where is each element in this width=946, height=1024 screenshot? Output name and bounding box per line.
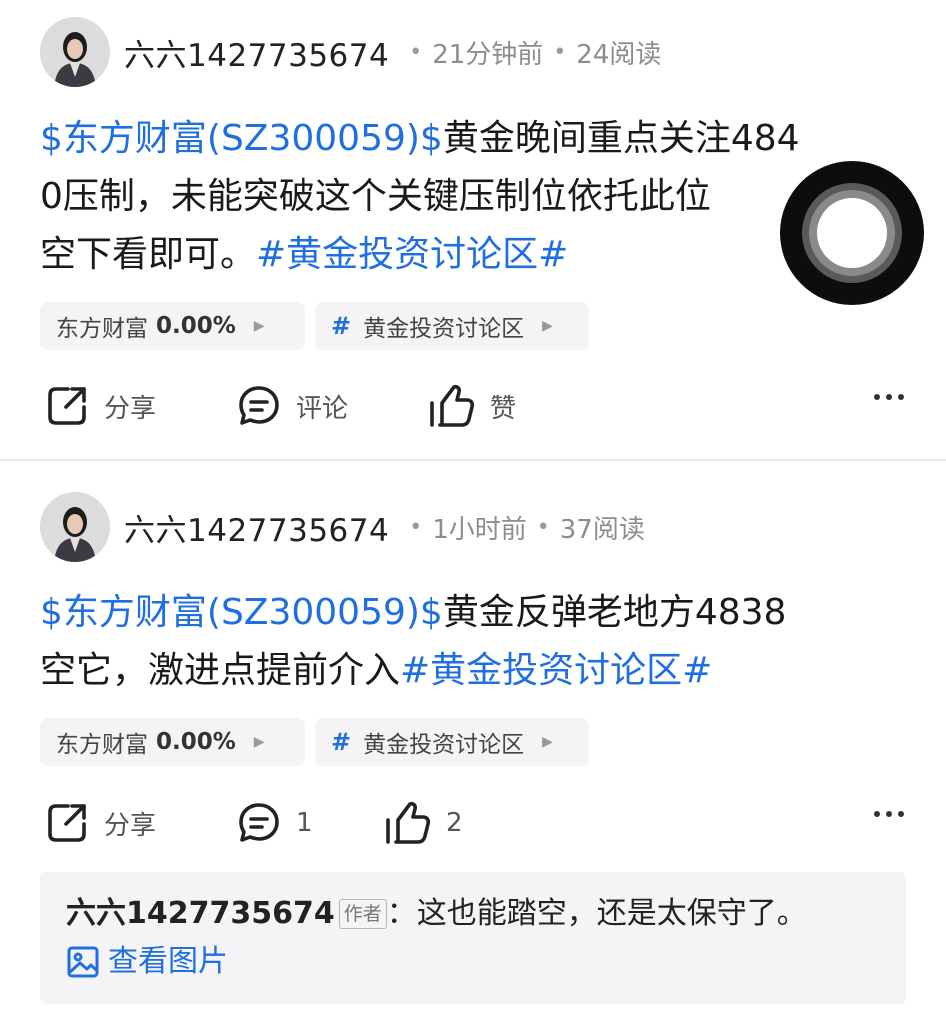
hash-icon: #: [331, 728, 352, 756]
topic-chip[interactable]: # 黄金投资讨论区 ▶: [315, 718, 589, 766]
image-icon: [67, 946, 99, 978]
content-line: $东方财富(SZ300059)$黄金晚间重点关注484: [40, 110, 910, 168]
like-count: 2: [446, 808, 463, 838]
like-button[interactable]: 赞: [428, 376, 516, 436]
post-meta: • 21分钟前 • 24阅读: [399, 34, 661, 71]
author-name[interactable]: 六六1427735674: [124, 30, 389, 75]
post-header: 六六1427735674 • 1小时前 • 37阅读: [40, 492, 645, 562]
share-icon: [48, 387, 86, 425]
stock-tag-link[interactable]: $东方财富(SZ300059)$: [40, 592, 443, 633]
comment-text: 这也能踏空，还是太保守了。: [416, 896, 807, 931]
share-button[interactable]: 分享: [44, 793, 156, 853]
topic-chip-label: 黄金投资讨论区: [363, 732, 525, 758]
author-name[interactable]: 六六1427735674: [124, 505, 389, 550]
top-comment[interactable]: 六六1427735674 作者 ： 这也能踏空，还是太保守了。 查看图片: [40, 872, 906, 1004]
avatar[interactable]: [40, 17, 110, 87]
stock-chip[interactable]: 东方财富 0.00% ▶: [40, 718, 305, 766]
post-time: 1小时前: [432, 514, 527, 545]
content-text: 空下看即可。: [40, 234, 257, 275]
comment-button[interactable]: 1: [236, 793, 313, 853]
comment-line: 六六1427735674 作者 ： 这也能踏空，还是太保守了。: [66, 890, 880, 938]
avatar[interactable]: [40, 492, 110, 562]
content-text: 黄金晚间重点关注484: [442, 118, 800, 159]
topic-tag-link[interactable]: #黄金投资讨论区#: [400, 650, 712, 691]
author-badge: 作者: [338, 899, 387, 929]
share-label: 分享: [104, 393, 157, 424]
post-card[interactable]: 六六1427735674 • 21分钟前 • 24阅读 $东方财富(SZ3000…: [0, 0, 946, 460]
more-icon[interactable]: [874, 811, 904, 817]
post-time: 21分钟前: [432, 39, 544, 70]
like-icon: [386, 801, 431, 844]
view-image-label: 查看图片: [108, 944, 228, 979]
post-header: 六六1427735674 • 21分钟前 • 24阅读: [40, 17, 661, 87]
read-count: 37阅读: [559, 514, 645, 545]
post-content[interactable]: $东方财富(SZ300059)$黄金晚间重点关注484 0压制，未能突破这个关键…: [40, 110, 910, 284]
hash-icon: #: [331, 312, 352, 340]
comment-icon: [239, 386, 279, 425]
content-line: $东方财富(SZ300059)$黄金反弹老地方4838: [40, 584, 910, 642]
like-label: 赞: [490, 393, 517, 424]
content-line: 0压制，未能突破这个关键压制位依托此位: [40, 176, 711, 217]
share-icon: [48, 804, 86, 842]
meta-dot: •: [553, 39, 567, 65]
floating-assist-button[interactable]: [780, 161, 924, 305]
comment-separator: ：: [386, 896, 417, 931]
comment-label: 评论: [296, 393, 349, 424]
related-chips: 东方财富 0.00% ▶ # 黄金投资讨论区 ▶: [40, 302, 589, 350]
post-meta: • 1小时前 • 37阅读: [399, 509, 645, 546]
chip-arrow-icon: ▶: [253, 734, 265, 750]
share-label: 分享: [104, 810, 157, 841]
view-image-link[interactable]: 查看图片: [66, 938, 880, 986]
meta-dot: •: [536, 514, 550, 540]
comment-author[interactable]: 六六1427735674: [66, 890, 335, 938]
topic-tag-link[interactable]: #黄金投资讨论区#: [256, 234, 568, 275]
read-count: 24阅读: [576, 39, 662, 70]
stock-chip-name: 东方财富: [56, 316, 148, 342]
chip-arrow-icon: ▶: [253, 318, 265, 334]
comment-count: 1: [296, 808, 313, 838]
meta-dot: •: [409, 39, 423, 65]
stock-chip-change: 0.00%: [156, 729, 236, 755]
topic-chip-label: 黄金投资讨论区: [363, 316, 525, 342]
share-button[interactable]: 分享: [44, 376, 156, 436]
action-bar: 分享 评论 赞: [40, 376, 910, 436]
content-text: 空它，激进点提前介入: [40, 650, 401, 691]
more-icon[interactable]: [874, 394, 904, 400]
stock-chip-name: 东方财富: [56, 732, 148, 758]
comment-button[interactable]: 评论: [236, 376, 348, 436]
post-content[interactable]: $东方财富(SZ300059)$黄金反弹老地方4838 空它，激进点提前介入#黄…: [40, 584, 910, 700]
comment-icon: [239, 803, 279, 842]
stock-tag-link[interactable]: $东方财富(SZ300059)$: [40, 118, 443, 159]
like-button[interactable]: 2: [384, 793, 463, 853]
action-bar: 分享 1 2: [40, 793, 910, 853]
meta-dot: •: [409, 514, 423, 540]
stock-chip[interactable]: 东方财富 0.00% ▶: [40, 302, 305, 350]
post-card[interactable]: 六六1427735674 • 1小时前 • 37阅读 $东方财富(SZ30005…: [0, 462, 946, 1024]
stock-chip-change: 0.00%: [156, 313, 236, 339]
content-line: 空它，激进点提前介入#黄金投资讨论区#: [40, 642, 910, 700]
like-icon: [430, 384, 475, 427]
related-chips: 东方财富 0.00% ▶ # 黄金投资讨论区 ▶: [40, 718, 589, 766]
topic-chip[interactable]: # 黄金投资讨论区 ▶: [315, 302, 589, 350]
content-text: 黄金反弹老地方4838: [442, 592, 787, 633]
chip-arrow-icon: ▶: [542, 318, 553, 334]
chip-arrow-icon: ▶: [542, 734, 553, 750]
post-divider: [0, 459, 946, 461]
